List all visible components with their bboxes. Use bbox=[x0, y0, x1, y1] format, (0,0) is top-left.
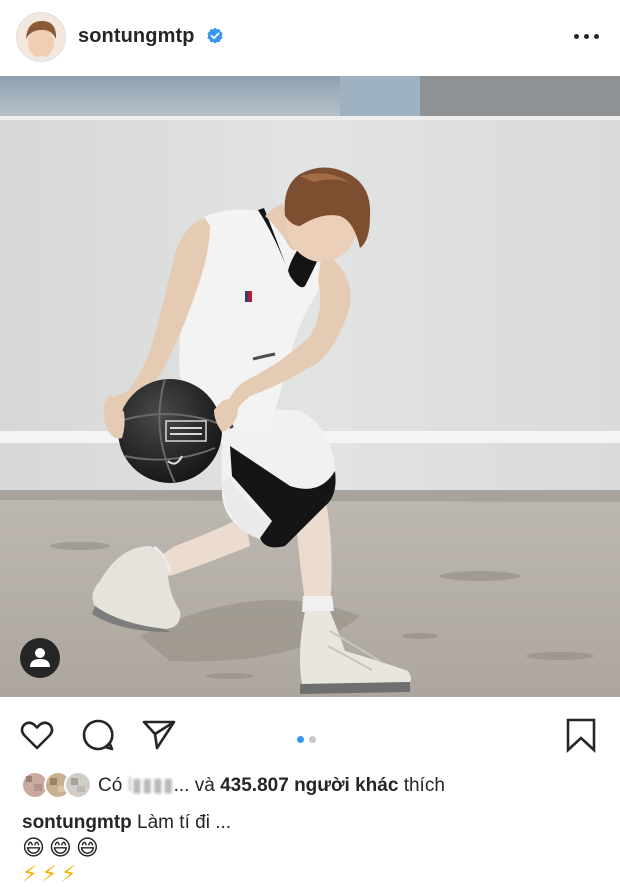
person-icon bbox=[30, 648, 50, 667]
likes-and: và bbox=[194, 775, 215, 796]
share-direct-icon[interactable] bbox=[140, 716, 178, 754]
profile-avatar[interactable] bbox=[16, 12, 66, 62]
header-username[interactable]: sontungmtp bbox=[78, 25, 195, 48]
more-options-icon[interactable] bbox=[572, 26, 602, 46]
verified-badge-icon bbox=[207, 27, 223, 44]
carousel-dot-active bbox=[297, 736, 304, 743]
carousel-dot bbox=[309, 736, 316, 743]
likes-suffix: thích bbox=[403, 775, 445, 796]
avatar-image bbox=[17, 13, 65, 61]
like-heart-icon[interactable] bbox=[18, 716, 56, 754]
likes-prefix: Có bbox=[98, 775, 123, 796]
post-caption: sontungmtp Làm tí đi ... bbox=[22, 812, 231, 834]
caption-username[interactable]: sontungmtp bbox=[22, 812, 132, 833]
caption-emoji-smiles: 😄😄😄 bbox=[22, 835, 103, 860]
tagged-people-button[interactable] bbox=[20, 638, 60, 678]
post-header: sontungmtp bbox=[0, 0, 620, 76]
liked-by-user-name[interactable]: l▮▮▮▮ bbox=[128, 774, 174, 797]
likes-summary: Có l▮▮▮▮... và 435.807 người khác thích bbox=[0, 768, 620, 804]
caption-emoji-lightning: ⚡⚡⚡ bbox=[22, 861, 81, 886]
liked-by-avatars[interactable] bbox=[20, 770, 92, 800]
basketball-player-image bbox=[0, 76, 620, 697]
comment-icon[interactable] bbox=[79, 716, 117, 754]
post-photo[interactable] bbox=[0, 76, 620, 697]
likes-ellipsis: ... bbox=[173, 775, 190, 796]
likes-text: Có l▮▮▮▮... và 435.807 người khác thích bbox=[98, 774, 445, 797]
action-bar bbox=[0, 708, 620, 758]
likes-count-link[interactable]: 435.807 người khác bbox=[220, 775, 398, 796]
bookmark-save-icon[interactable] bbox=[562, 716, 600, 754]
caption-text: Làm tí đi ... bbox=[137, 812, 232, 833]
carousel-indicator bbox=[297, 730, 321, 748]
